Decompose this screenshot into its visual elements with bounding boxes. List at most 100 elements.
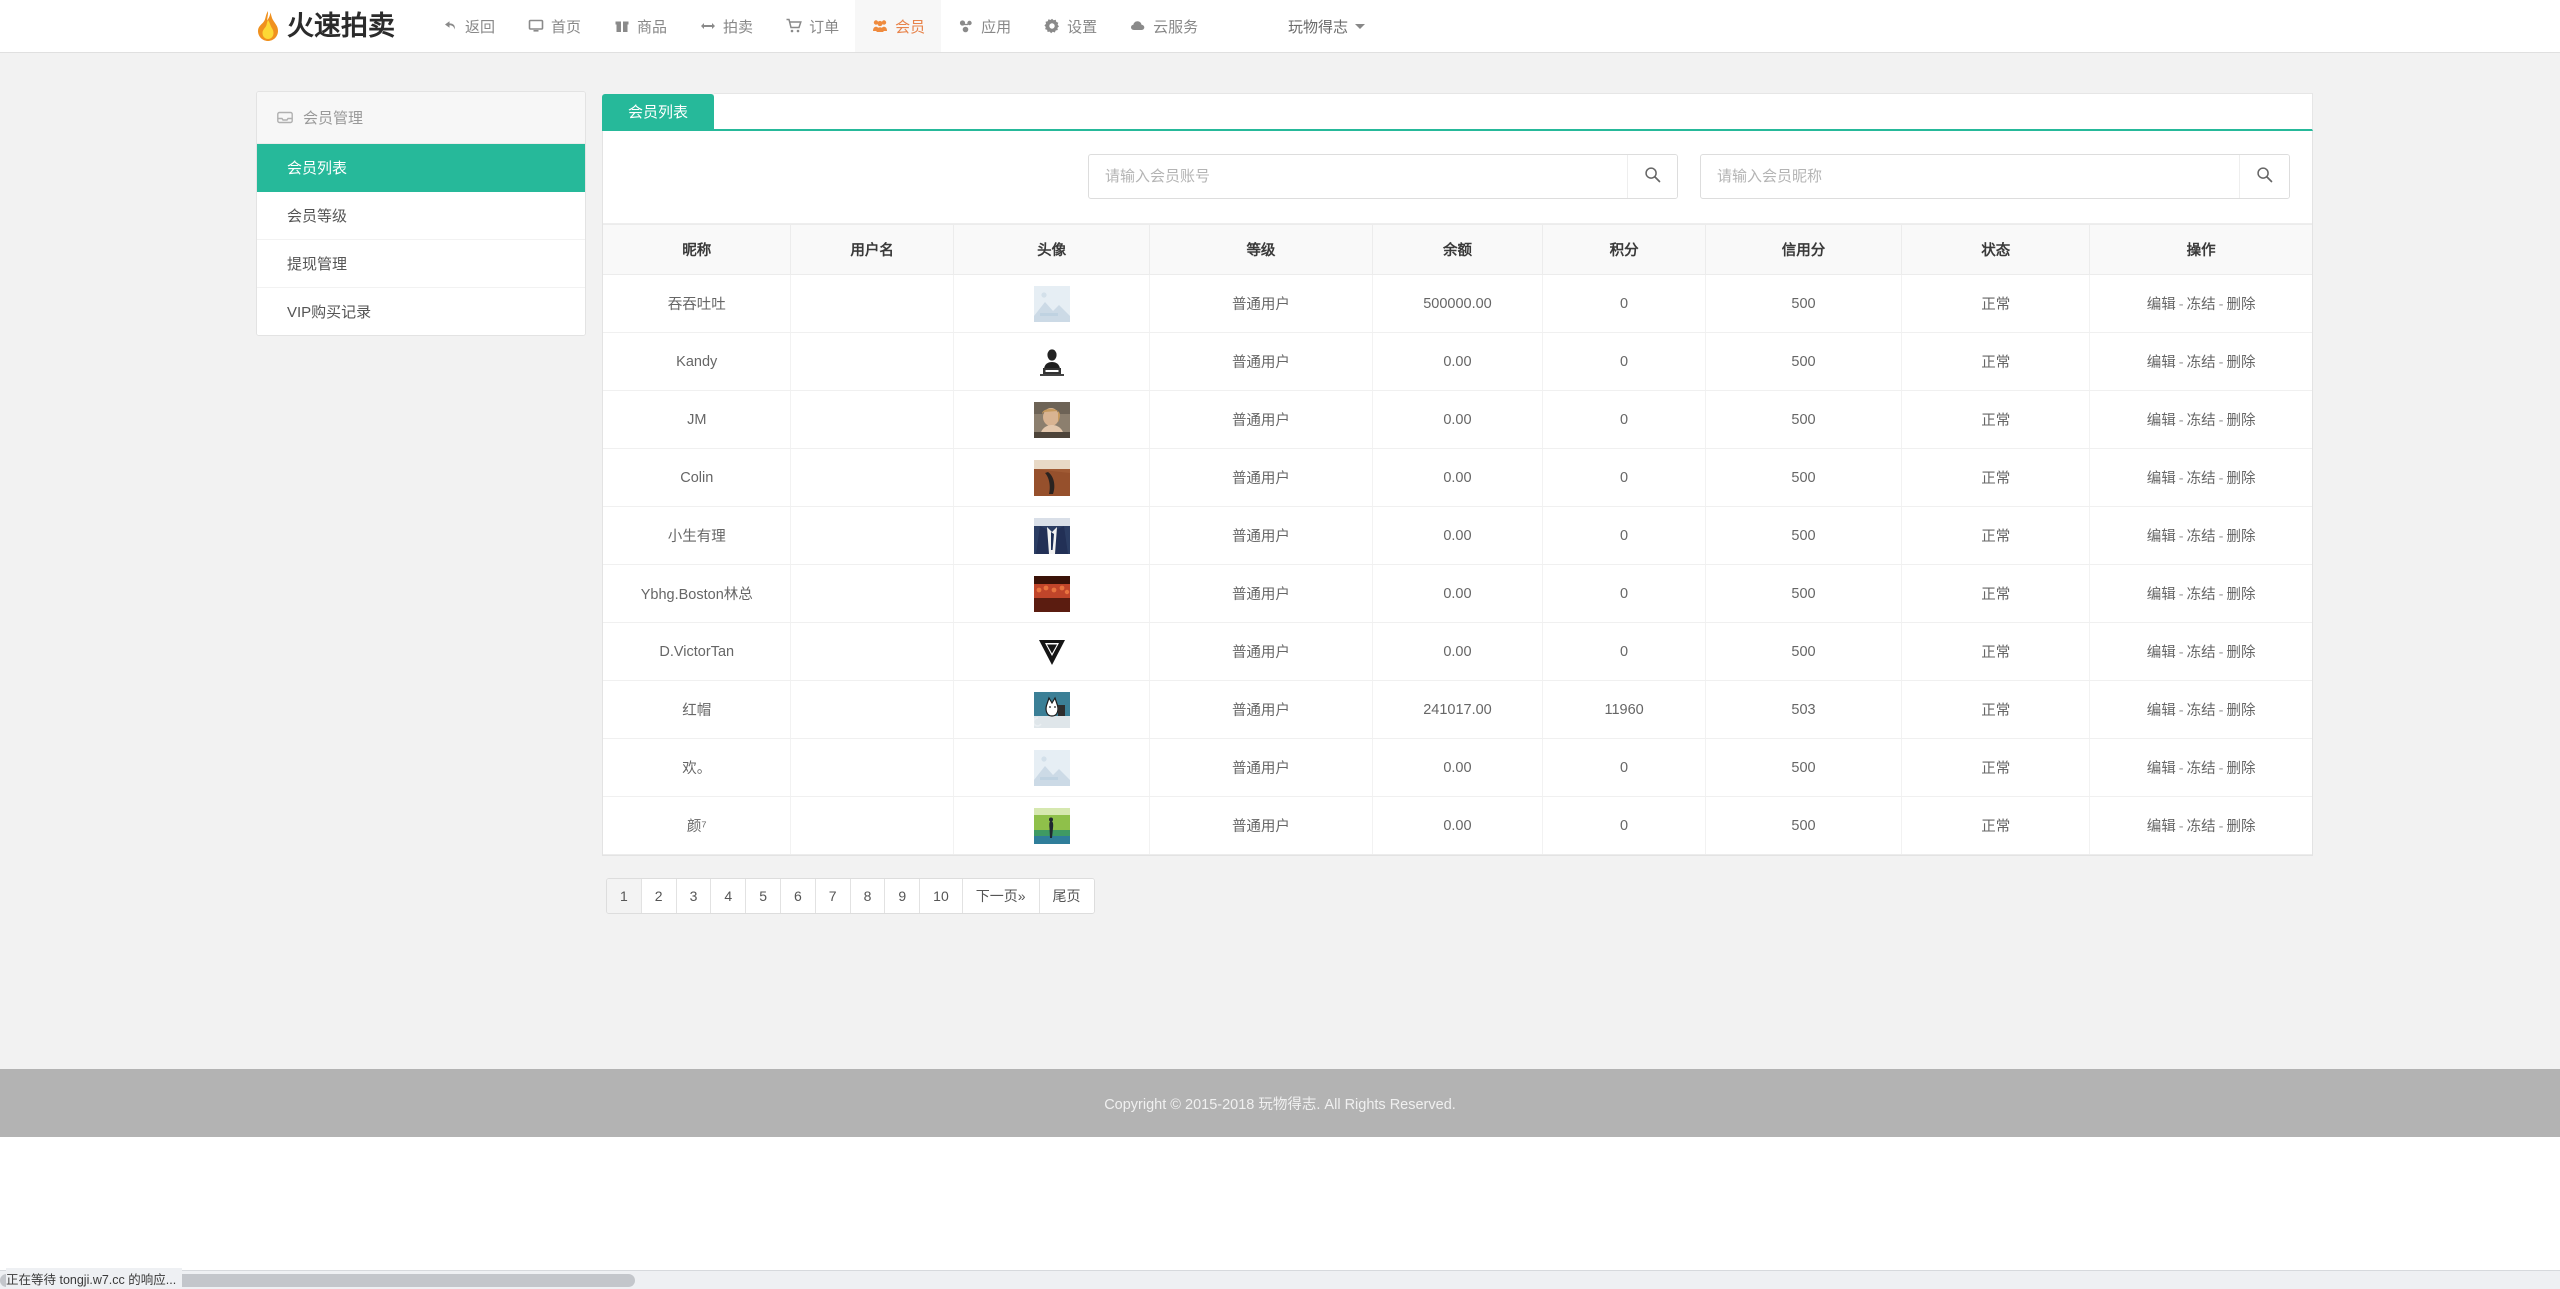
- search-account-input[interactable]: [1089, 155, 1627, 198]
- action-separator: -: [2218, 355, 2224, 371]
- cell-nickname: 吞吞吐吐: [603, 274, 792, 333]
- nav-item-goods[interactable]: 商品: [597, 0, 683, 52]
- delete-link[interactable]: 删除: [2226, 297, 2255, 313]
- sidebar-item-vip-purchase-records[interactable]: VIP购买记录: [257, 288, 585, 335]
- nav-item-members[interactable]: 会员: [855, 0, 942, 52]
- nav-item-cloud[interactable]: 云服务: [1113, 0, 1214, 52]
- pagination-page-3[interactable]: 3: [676, 879, 712, 914]
- member-list-panel: 昵称 用户名 头像 等级 余额 积分 信用分 状态 操作 吞吞吐: [602, 131, 2313, 856]
- nav-item-settings[interactable]: 设置: [1027, 0, 1113, 52]
- cell-username: [790, 448, 954, 507]
- freeze-link[interactable]: 冻结: [2187, 413, 2216, 429]
- flame-icon: [255, 11, 281, 41]
- table-row: 吞吞吐吐 普通用户 500000.00 0 500 正常 编辑 - 冻结 - 删除: [603, 274, 2312, 333]
- search-nickname-input[interactable]: [1701, 155, 2239, 198]
- nav-item-orders[interactable]: 订单: [769, 0, 855, 52]
- delete-link[interactable]: 删除: [2226, 761, 2255, 777]
- edit-link[interactable]: 编辑: [2147, 587, 2176, 603]
- freeze-link[interactable]: 冻结: [2187, 587, 2216, 603]
- freeze-link[interactable]: 冻结: [2187, 471, 2216, 487]
- freeze-link[interactable]: 冻结: [2187, 761, 2216, 777]
- cell-actions: 编辑 - 冻结 - 删除: [2089, 506, 2312, 565]
- pagination-page-5[interactable]: 5: [746, 879, 781, 914]
- cell-points: 0: [1542, 622, 1706, 681]
- cell-credit: 500: [1705, 274, 1903, 333]
- pagination-page-2[interactable]: 2: [641, 879, 677, 914]
- delete-link[interactable]: 删除: [2226, 529, 2255, 545]
- table-row: 红帽 普通用户 241017.00 11960 503 正常 编辑 - 冻结 - 删除: [603, 680, 2312, 739]
- delete-link[interactable]: 删除: [2226, 819, 2255, 835]
- edit-link[interactable]: 编辑: [2147, 529, 2176, 545]
- cell-avatar: [953, 680, 1151, 739]
- horizontal-scrollbar-track[interactable]: [0, 1270, 2560, 1289]
- nav-item-home[interactable]: 首页: [511, 0, 597, 52]
- cell-avatar: [953, 564, 1151, 623]
- delete-link[interactable]: 删除: [2226, 587, 2255, 603]
- edit-link[interactable]: 编辑: [2147, 703, 2176, 719]
- delete-link[interactable]: 删除: [2226, 355, 2255, 371]
- delete-link[interactable]: 删除: [2226, 413, 2255, 429]
- nav-label: 商品: [637, 18, 668, 36]
- cell-status: 正常: [1901, 796, 2091, 855]
- below-footer-blank: [0, 1137, 2560, 1289]
- cell-status: 正常: [1901, 738, 2091, 797]
- edit-link[interactable]: 编辑: [2147, 471, 2176, 487]
- freeze-link[interactable]: 冻结: [2187, 703, 2216, 719]
- freeze-link[interactable]: 冻结: [2187, 529, 2216, 545]
- edit-link[interactable]: 编辑: [2147, 413, 2176, 429]
- search-account-button[interactable]: [1627, 155, 1677, 198]
- delete-link[interactable]: 删除: [2226, 703, 2255, 719]
- tab-bar-filler: [714, 93, 2313, 131]
- cell-points: 0: [1542, 332, 1706, 391]
- delete-link[interactable]: 删除: [2226, 645, 2255, 661]
- user-menu-dropdown[interactable]: 玩物得志: [1288, 16, 1365, 37]
- pagination-page-4[interactable]: 4: [711, 879, 747, 914]
- edit-link[interactable]: 编辑: [2147, 355, 2176, 371]
- freeze-link[interactable]: 冻结: [2187, 645, 2216, 661]
- cell-points: 0: [1542, 796, 1706, 855]
- table-header-balance: 余额: [1372, 224, 1544, 275]
- pagination-page-7[interactable]: 7: [815, 879, 851, 914]
- pagination-page-6[interactable]: 6: [780, 879, 816, 914]
- pagination-last-button[interactable]: 尾页: [1039, 879, 1094, 914]
- cell-balance: 0.00: [1372, 796, 1544, 855]
- edit-link[interactable]: 编辑: [2147, 761, 2176, 777]
- sidebar-item-member-list[interactable]: 会员列表: [257, 144, 585, 192]
- freeze-link[interactable]: 冻结: [2187, 819, 2216, 835]
- table-header-points: 积分: [1542, 224, 1706, 275]
- brand-logo[interactable]: 火速拍卖: [255, 0, 425, 52]
- delete-link[interactable]: 删除: [2226, 471, 2255, 487]
- pagination-page-1[interactable]: 1: [607, 879, 642, 914]
- sidebar-item-member-level[interactable]: 会员等级: [257, 192, 585, 240]
- action-separator: -: [2218, 587, 2224, 603]
- tab-member-list[interactable]: 会员列表: [602, 94, 715, 131]
- avatar-crowd-photo: [1033, 575, 1070, 612]
- search-nickname-button[interactable]: [2239, 155, 2289, 198]
- freeze-link[interactable]: 冻结: [2187, 297, 2216, 313]
- avatar-cat-photo: [1033, 691, 1070, 728]
- search-nickname-group: [1700, 154, 2290, 199]
- cell-level: 普通用户: [1149, 506, 1373, 565]
- nav-label: 云服务: [1153, 18, 1199, 36]
- status-message: 正在等待 tongji.w7.cc 的响应...: [6, 1268, 183, 1289]
- pagination-next-button[interactable]: 下一页»: [962, 879, 1040, 914]
- freeze-link[interactable]: 冻结: [2187, 355, 2216, 371]
- edit-link[interactable]: 编辑: [2147, 645, 2176, 661]
- edit-link[interactable]: 编辑: [2147, 297, 2176, 313]
- pagination-page-10[interactable]: 10: [920, 879, 963, 914]
- pagination-page-9[interactable]: 9: [885, 879, 921, 914]
- pagination-page-8[interactable]: 8: [850, 879, 886, 914]
- table-row: Ybhg.Boston林总 普通用户 0.00 0 500 正常 编辑 - 冻结 - 删除: [603, 564, 2312, 623]
- cell-credit: 500: [1705, 622, 1903, 681]
- nav-item-apps[interactable]: 应用: [941, 0, 1027, 52]
- edit-link[interactable]: 编辑: [2147, 819, 2176, 835]
- cell-avatar: [953, 622, 1151, 681]
- cell-points: 0: [1542, 564, 1706, 623]
- pagination: 1 2 3 4 5 6 7 8 9 10 下一页» 尾页: [606, 878, 1095, 915]
- action-separator: -: [2218, 471, 2224, 487]
- nav-item-auction[interactable]: 拍卖: [683, 0, 769, 52]
- nav-item-back[interactable]: 返回: [425, 0, 511, 52]
- cell-avatar: [953, 506, 1151, 565]
- sidebar-item-withdraw-management[interactable]: 提现管理: [257, 240, 585, 288]
- cell-status: 正常: [1901, 622, 2091, 681]
